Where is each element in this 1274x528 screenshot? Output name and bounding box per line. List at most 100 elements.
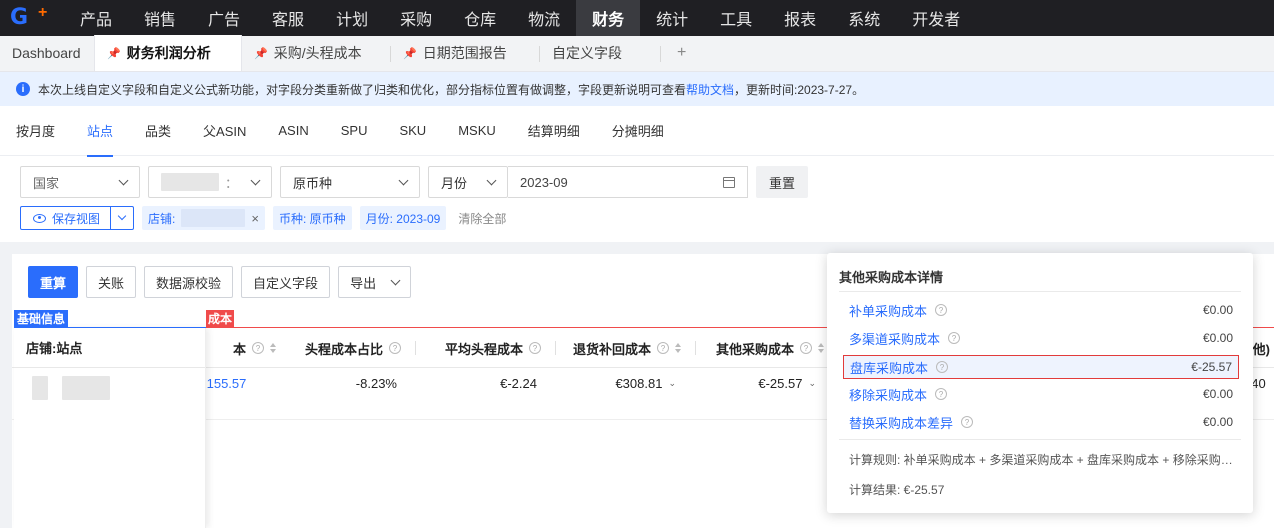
question-icon[interactable]: ? [935,304,948,316]
tab-label: 采购/头程成本 [273,45,362,61]
store-select[interactable]: ： [148,166,272,198]
popover-item-reorder-cost[interactable]: 补单采购成本? €0.00 [843,298,1239,322]
nav-item-tools[interactable]: 工具 [704,0,768,36]
subtab-allocation-detail[interactable]: 分摊明细 [612,106,664,156]
subtab-site[interactable]: 站点 [87,106,114,157]
popover-item-multichannel-cost[interactable]: 多渠道采购成本? €0.00 [843,326,1239,350]
save-view-main[interactable]: 保存视图 [21,207,112,229]
tab-custom-field[interactable]: 自定义字段 [540,35,660,71]
nav-item-products[interactable]: 产品 [64,0,128,36]
redacted-text [32,376,48,400]
nav-item-purchase[interactable]: 采购 [384,0,448,36]
chevron-down-icon [250,175,261,185]
data-source-check-button[interactable]: 数据源校验 [144,266,234,298]
question-icon[interactable]: ? [252,342,264,354]
item-label: 移除采购成本? [849,385,948,404]
popover-item-inventory-cost[interactable]: 盘库采购成本? €-25.57 [843,355,1239,379]
cell-other-purchase[interactable]: €-25.57 ⌄ [696,368,816,398]
nav-item-plan[interactable]: 计划 [320,0,384,36]
popover-item-replacement-diff[interactable]: 替换采购成本差异? €0.00 [843,410,1239,434]
question-icon[interactable]: ? [529,342,541,354]
clear-all-link[interactable]: 清除全部 [458,210,506,227]
logo[interactable]: G + [0,0,64,36]
nav-item-logistics[interactable]: 物流 [512,0,576,36]
help-doc-link[interactable]: 帮助文档 [686,81,734,98]
group-divider [14,327,206,328]
divider [839,439,1241,440]
col-header-firstleg-ratio[interactable]: 头程成本占比 ? [276,328,416,368]
logo-icon: G + [10,4,48,30]
popover-item-removal-cost[interactable]: 移除采购成本? €0.00 [843,382,1239,406]
col-header-store-site: 店铺:站点 [14,328,205,368]
period-date-group: 月份 2023-09 [428,166,748,198]
subtab-msku[interactable]: MSKU [458,106,496,156]
subtab-sku[interactable]: SKU [399,106,426,156]
subtab-settlement-detail[interactable]: 结算明细 [528,106,580,156]
notice-text: 本次上线自定义字段和自定义公式新功能，对字段分类重新做了归类和优化，部分指标位置… [38,82,687,97]
cell-return-cost[interactable]: €308.81 ⌄ [556,368,676,398]
col-label: 退货补回成本 [572,341,651,357]
item-label: 替换采购成本差异? [849,413,974,432]
cell-firstleg-ratio: -8.23% [355,375,397,391]
question-icon[interactable]: ? [961,416,974,428]
question-icon[interactable]: ? [936,361,949,373]
col-header-avg-firstleg[interactable]: 平均头程成本 ? [416,328,556,368]
close-account-button[interactable]: 关账 [86,266,137,298]
nav-item-sales[interactable]: 销售 [128,0,192,36]
chevron-down-icon [390,275,401,285]
month-picker[interactable]: 2023-09 [508,166,748,198]
question-icon[interactable]: ? [800,342,812,354]
pin-icon: 📌 [107,47,121,60]
tab-dashboard[interactable]: Dashboard [0,35,94,71]
nav-item-reports[interactable]: 报表 [768,0,832,36]
subtab-spu[interactable]: SPU [341,106,368,156]
nav-item-ads[interactable]: 广告 [192,0,256,36]
tab-profit-analysis[interactable]: 📌 财务利润分析 [94,35,242,71]
custom-field-button[interactable]: 自定义字段 [241,266,331,298]
currency-select[interactable]: 原币种 [280,166,420,198]
item-value: €0.00 [1202,331,1233,345]
recalculate-button[interactable]: 重算 [28,266,79,298]
sort-icon[interactable] [818,343,824,353]
tab-purchase-cost[interactable]: 📌 采购/头程成本 [242,35,390,71]
col-header-return-cost[interactable]: 退货补回成本 ? [556,328,696,368]
sort-icon[interactable] [675,343,681,353]
col-header-other-purchase[interactable]: 其他采购成本 ? [696,328,824,368]
item-value: €0.00 [1202,387,1233,401]
cell-avg-firstleg: €-2.24 [500,375,537,391]
tab-label: 日期范围报告 [422,45,507,61]
question-icon[interactable]: ? [657,342,669,354]
nav-item-developer[interactable]: 开发者 [896,0,976,36]
question-icon[interactable]: ? [935,388,948,400]
nav-item-stats[interactable]: 统计 [640,0,704,36]
nav-item-system[interactable]: 系统 [832,0,896,36]
save-view-dropdown[interactable] [111,211,133,221]
add-tab-button[interactable]: + [661,35,702,71]
tab-date-range-report[interactable]: 📌 日期范围报告 [391,35,539,71]
filter-panel: 按月度 站点 品类 父ASIN ASIN SPU SKU MSKU 结算明细 分… [0,106,1274,242]
question-icon[interactable]: ? [389,342,401,354]
subtab-category[interactable]: 品类 [145,106,171,156]
question-icon[interactable]: ? [948,332,961,344]
other-purchase-cost-popover: 其他采购成本详情 补单采购成本? €0.00 多渠道采购成本? €0.00 盘库… [827,253,1253,513]
subtab-monthly[interactable]: 按月度 [16,106,55,156]
tab-label: 财务利润分析 [126,45,211,61]
subtab-asin[interactable]: ASIN [278,106,308,156]
reset-button[interactable]: 重置 [756,166,809,198]
item-label: 多渠道采购成本? [849,329,961,348]
period-select[interactable]: 月份 [428,166,508,198]
close-icon[interactable]: × [251,211,259,226]
save-view-button[interactable]: 保存视图 [20,206,135,230]
nav-item-service[interactable]: 客服 [256,0,320,36]
group-header-cost: 成本 [206,310,235,328]
subtab-parent-asin[interactable]: 父ASIN [203,106,246,156]
nav-item-warehouse[interactable]: 仓库 [448,0,512,36]
currency-chip: 币种: 原币种 [272,206,352,230]
country-select[interactable]: 国家 [20,166,140,198]
store-chip-label: 店铺: [148,211,176,226]
export-button[interactable]: 导出 [338,266,412,298]
col-label: 平均头程成本 [444,341,523,357]
calculation-rule: 计算规则: 补单采购成本 + 多渠道采购成本 + 盘库采购成本 + 移除采购成本… [849,453,1233,467]
filter-row: 国家 ： 原币种 月份 2023-09 重置 [20,166,809,198]
nav-item-finance[interactable]: 财务 [576,0,641,36]
